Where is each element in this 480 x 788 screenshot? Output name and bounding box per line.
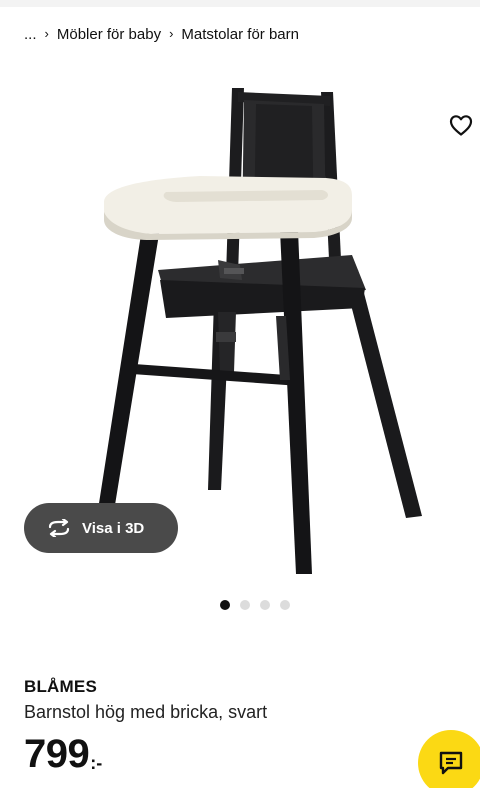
chat-bubble-icon <box>439 751 463 775</box>
view-in-3d-label: Visa i 3D <box>82 519 145 537</box>
product-page: ... › Möbler för baby › Matstolar för ba… <box>0 0 480 788</box>
breadcrumb-item-high-chairs[interactable]: Matstolar för barn <box>181 26 299 43</box>
price-suffix: :- <box>90 753 103 773</box>
chat-button[interactable] <box>418 730 480 788</box>
heart-outline-icon <box>449 115 473 136</box>
view-in-3d-button[interactable]: Visa i 3D <box>24 503 178 553</box>
top-bar-strip <box>0 0 480 7</box>
breadcrumb-item-baby-furniture[interactable]: Möbler för baby <box>57 26 161 43</box>
breadcrumb: ... › Möbler för baby › Matstolar för ba… <box>24 24 299 44</box>
gallery-dot[interactable] <box>220 600 230 610</box>
product-description: Barnstol hög med bricka, svart <box>24 702 268 722</box>
product-name: BLÅMES <box>24 677 97 696</box>
breadcrumb-ellipsis[interactable]: ... <box>24 26 37 43</box>
gallery-dot[interactable] <box>280 600 290 610</box>
rotate-icon <box>48 519 70 537</box>
gallery-dot[interactable] <box>260 600 270 610</box>
chevron-right-icon: › <box>44 25 49 41</box>
gallery-pagination <box>220 600 290 610</box>
price-integer: 799 <box>24 732 90 776</box>
gallery-dot[interactable] <box>240 600 250 610</box>
favorite-button[interactable] <box>446 110 476 140</box>
chevron-right-icon: › <box>169 25 174 41</box>
product-price: 799 :- <box>24 734 102 774</box>
